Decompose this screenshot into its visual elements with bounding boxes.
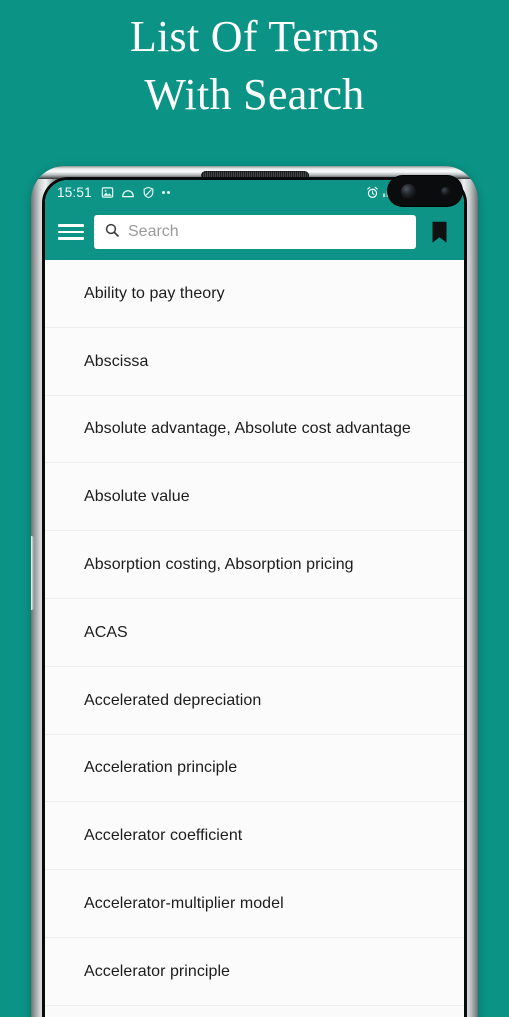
list-item[interactable]: Absolute advantage, Absolute cost advant… <box>45 395 464 464</box>
list-item-label: Accelerated depreciation <box>84 691 262 709</box>
list-item[interactable]: Absolute value <box>45 463 464 532</box>
list-item-label: Accelerator coefficient <box>84 827 243 845</box>
list-item[interactable]: ACAS <box>45 598 464 667</box>
list-item[interactable]: Acceleration principle <box>45 734 464 803</box>
camera-lens-secondary <box>440 186 450 196</box>
terms-list[interactable]: Ability to pay theory Abscissa Absolute ad… <box>45 260 464 1017</box>
cloud-icon <box>121 186 135 199</box>
promo-heading: List Of Terms With Search <box>0 8 509 124</box>
more-dots-icon <box>161 190 171 194</box>
search-placeholder: Search <box>128 223 179 240</box>
search-input[interactable]: Search <box>94 215 416 249</box>
list-item-label: Acceleration principle <box>84 759 238 777</box>
list-item[interactable]: Abscissa <box>45 327 464 396</box>
phone-bezel: 15:51 Search Ability to pay theory Absci… <box>42 177 467 1017</box>
list-item[interactable]: Ability to pay theory <box>45 260 464 328</box>
alarm-icon <box>366 186 379 199</box>
list-item[interactable]: Accelerator coefficient <box>45 802 464 871</box>
camera-lens-primary <box>400 183 416 199</box>
hamburger-menu-icon[interactable] <box>58 222 84 242</box>
list-item[interactable]: Accelerator principle <box>45 937 464 1006</box>
app-bar: Search <box>45 204 464 260</box>
list-item[interactable]: Accelerator-multiplier model <box>45 870 464 938</box>
status-left-icons <box>101 186 171 199</box>
promo-heading-line1: List Of Terms <box>129 12 380 61</box>
list-item-label: Accelerator-multiplier model <box>84 894 284 912</box>
front-camera-cutout <box>388 176 462 206</box>
list-item-label: Abscissa <box>84 352 149 370</box>
list-item-label: Ability to pay theory <box>84 284 225 302</box>
list-item-label: Absolute value <box>84 488 190 506</box>
status-clock: 15:51 <box>57 184 92 200</box>
list-item-label: Absolute advantage, Absolute cost advant… <box>84 420 411 438</box>
list-item-label: Absorption costing, Absorption pricing <box>84 555 354 573</box>
bookmark-icon[interactable] <box>426 221 452 244</box>
photo-icon <box>101 186 114 199</box>
list-item[interactable]: Absorption costing, Absorption pricing <box>45 531 464 599</box>
volume-button[interactable] <box>31 536 34 610</box>
phone-mockup: 15:51 Search Ability to pay theory Absci… <box>31 166 478 1017</box>
phone-screen: 15:51 Search Ability to pay theory Absci… <box>45 180 464 1017</box>
promo-heading-line2: With Search <box>144 70 365 119</box>
promo-screenshot: List Of Terms With Search 15:51 Search A… <box>0 0 509 1017</box>
search-icon <box>104 222 120 243</box>
shield-off-icon <box>142 186 155 199</box>
list-item-label: ACAS <box>84 623 128 641</box>
list-item[interactable]: Accelerated depreciation <box>45 666 464 735</box>
list-item-label: Accelerator principle <box>84 962 231 980</box>
